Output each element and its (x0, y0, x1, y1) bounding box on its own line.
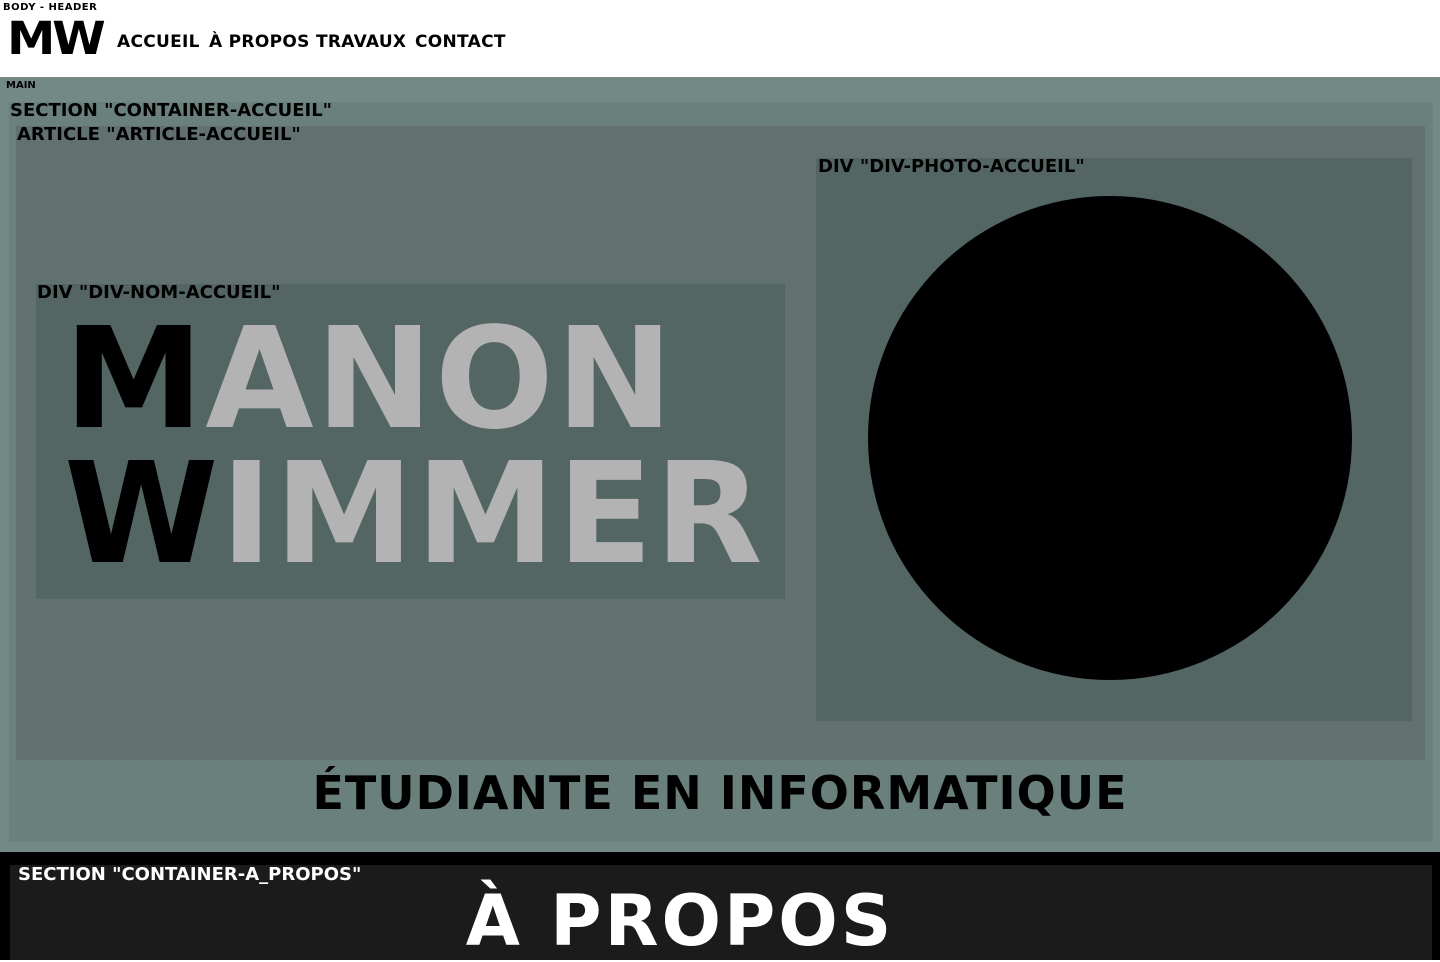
a-propos-title: À PROPOS (465, 880, 895, 962)
nav-link-travaux[interactable]: TRAVAUX (316, 32, 406, 52)
nav-link-a-propos[interactable]: À PROPOS (209, 32, 310, 52)
first-name-heading: MANON (64, 310, 675, 450)
logo[interactable]: MW (7, 16, 106, 61)
main-debug-label: MAIN (6, 80, 36, 91)
nav-link-accueil[interactable]: ACCUEIL (117, 32, 200, 52)
div-photo-debug-label: DIV "DIV-PHOTO-ACCUEIL" (818, 156, 1085, 177)
article-accueil-debug-label: ARTICLE "ARTICLE-ACCUEIL" (17, 124, 301, 145)
last-name-heading: WIMMER (64, 445, 765, 585)
last-name-initial: W (64, 433, 221, 596)
profile-photo (868, 196, 1352, 680)
nav-link-contact[interactable]: CONTACT (415, 32, 506, 52)
section-accueil-debug-label: SECTION "CONTAINER-ACCUEIL" (10, 100, 333, 121)
last-name-rest: IMMER (220, 433, 765, 596)
subtitle: ÉTUDIANTE EN INFORMATIQUE (312, 766, 1128, 820)
